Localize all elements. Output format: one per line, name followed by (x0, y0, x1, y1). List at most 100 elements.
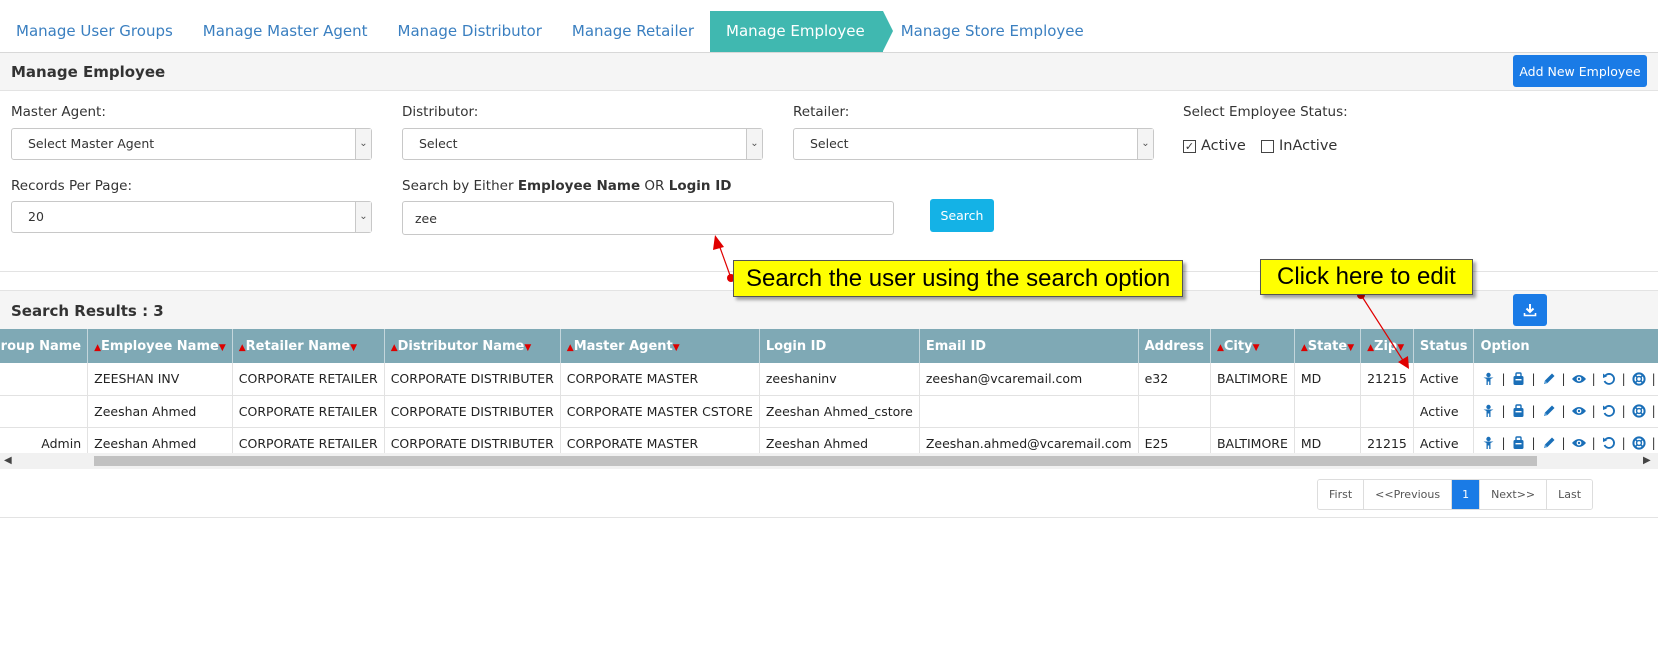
active-checkbox[interactable]: ✓ (1183, 139, 1196, 153)
tab-manage-distributor[interactable]: Manage Distributor (384, 11, 558, 52)
records-per-page-select[interactable]: 20 ⌄ (11, 201, 372, 233)
status-active-option[interactable]: ✓ Active (1183, 138, 1246, 154)
edit-icon[interactable] (1541, 435, 1557, 451)
edit-icon[interactable] (1541, 403, 1557, 419)
page-last[interactable]: Last (1547, 480, 1593, 509)
action-separator: | (1591, 436, 1596, 450)
cell-distributor-name: CORPORATE DISTRIBUTER (384, 427, 561, 454)
reset-icon[interactable] (1601, 435, 1617, 451)
col-retailer-name[interactable]: ▲Retailer Name▼ (232, 329, 385, 363)
action-separator: | (1651, 436, 1656, 450)
col-employee-name[interactable]: ▲Employee Name▼ (87, 329, 233, 363)
cell-option: | | | | | | (1473, 363, 1658, 396)
action-separator: | (1561, 371, 1566, 386)
cell-option: | | | | | | (1473, 395, 1658, 428)
cell-zip: 21215 (1360, 427, 1414, 454)
page-previous[interactable]: <<Previous (1364, 480, 1453, 509)
cell-distributor-name: CORPORATE DISTRIBUTER (384, 363, 561, 396)
download-icon (1523, 304, 1537, 317)
action-separator: | (1591, 404, 1596, 418)
cell-login-id: zeeshaninv (759, 363, 920, 396)
tab-manage-retailer[interactable]: Manage Retailer (558, 11, 710, 52)
cell-zip (1360, 395, 1414, 428)
master-agent-select[interactable]: Select Master Agent ⌄ (11, 128, 372, 160)
col-city[interactable]: ▲City▼ (1210, 329, 1295, 363)
horizontal-scrollbar[interactable]: ◀ ▶ (0, 453, 1658, 469)
cell-city (1210, 395, 1295, 428)
search-label: Search by Either Employee Name OR Login … (402, 178, 732, 194)
action-separator: | (1501, 436, 1506, 450)
download-button[interactable] (1513, 294, 1547, 326)
tab-manage-employee[interactable]: Manage Employee (710, 11, 893, 52)
cell-login-id: Zeeshan Ahmed_cstore (759, 395, 920, 428)
support-icon[interactable] (1631, 371, 1647, 387)
scroll-left-icon[interactable]: ◀ (4, 453, 12, 469)
bag-icon[interactable] (1510, 403, 1526, 419)
view-icon[interactable] (1571, 371, 1587, 387)
cell-status: Active (1413, 363, 1475, 396)
reset-icon[interactable] (1601, 371, 1617, 387)
col-zip[interactable]: ▲Zip▼ (1360, 329, 1414, 363)
retailer-select[interactable]: Select ⌄ (793, 128, 1154, 160)
master-agent-label: Master Agent: (11, 104, 106, 120)
status-inactive-option[interactable]: InActive (1261, 138, 1337, 154)
distributor-select[interactable]: Select ⌄ (402, 128, 763, 160)
results-table-body: ZEESHAN INV CORPORATE RETAILER CORPORATE D… (0, 363, 1658, 454)
scroll-right-icon[interactable]: ▶ (1643, 453, 1651, 469)
cell-address: e32 (1138, 363, 1211, 396)
reset-icon[interactable] (1601, 403, 1617, 419)
page-current[interactable]: 1 (1452, 480, 1481, 509)
bottom-divider (0, 517, 1658, 518)
table-row: Admin Zeeshan Ahmed CORPORATE RETAILER CORP… (0, 427, 1658, 454)
table-row: Zeeshan Ahmed CORPORATE RETAILER CORPORATE… (0, 395, 1658, 428)
section-header: Manage Employee Add New Employee (0, 53, 1658, 91)
cell-master-agent: CORPORATE MASTER (560, 427, 760, 454)
col-master-agent[interactable]: ▲Master Agent▼ (560, 329, 760, 363)
user-icon[interactable] (1480, 403, 1496, 419)
cell-status: Active (1413, 427, 1475, 454)
nav-tabs: Manage User Groups Manage Master Agent M… (0, 11, 1658, 52)
cell-retailer-name: CORPORATE RETAILER (232, 427, 385, 454)
scrollbar-thumb[interactable] (94, 456, 1537, 466)
cell-master-agent: CORPORATE MASTER CSTORE (560, 395, 760, 428)
bag-icon[interactable] (1510, 371, 1526, 387)
view-icon[interactable] (1571, 435, 1587, 451)
results-table-wrapper: Group Name ▲Employee Name▼ ▲Retailer Nam… (0, 329, 1658, 454)
retailer-label: Retailer: (793, 104, 850, 120)
view-icon[interactable] (1571, 403, 1587, 419)
col-distributor-name[interactable]: ▲Distributor Name▼ (384, 329, 561, 363)
col-login-id: Login ID (759, 329, 920, 363)
user-icon[interactable] (1480, 435, 1496, 451)
pagination: First <<Previous 1 Next>> Last (1317, 479, 1594, 510)
edit-icon[interactable] (1541, 371, 1557, 387)
inactive-checkbox[interactable] (1261, 139, 1274, 153)
action-separator: | (1621, 371, 1626, 386)
action-separator: | (1591, 371, 1596, 386)
tab-manage-user-groups[interactable]: Manage User Groups (0, 11, 189, 52)
records-per-page-label: Records Per Page: (11, 178, 133, 194)
tab-manage-master-agent[interactable]: Manage Master Agent (189, 11, 384, 52)
action-separator: | (1621, 404, 1626, 418)
col-state[interactable]: ▲State▼ (1294, 329, 1362, 363)
row-actions: | | | | | | (1480, 435, 1658, 451)
search-button[interactable]: Search (930, 199, 994, 232)
tab-manage-store-employee[interactable]: Manage Store Employee (883, 11, 1100, 52)
support-icon[interactable] (1631, 435, 1647, 451)
page-first[interactable]: First (1318, 480, 1365, 509)
cell-zip: 21215 (1360, 363, 1414, 396)
search-input[interactable] (402, 201, 894, 235)
col-group-name[interactable]: Group Name (0, 329, 89, 363)
records-per-page-value: 20 (28, 209, 44, 224)
cell-retailer-name: CORPORATE RETAILER (232, 363, 385, 396)
bag-icon[interactable] (1510, 435, 1526, 451)
master-agent-select-value: Select Master Agent (28, 136, 155, 151)
cell-group-name (0, 395, 89, 428)
add-new-employee-button[interactable]: Add New Employee (1513, 55, 1647, 87)
support-icon[interactable] (1631, 403, 1647, 419)
employee-status-label: Select Employee Status: (1183, 104, 1348, 120)
action-separator: | (1651, 371, 1656, 386)
cell-employee-name: ZEESHAN INV (87, 363, 233, 396)
page-next[interactable]: Next>> (1480, 480, 1548, 509)
cell-email-id: zeeshan@vcaremail.com (919, 363, 1139, 396)
user-icon[interactable] (1480, 371, 1496, 387)
